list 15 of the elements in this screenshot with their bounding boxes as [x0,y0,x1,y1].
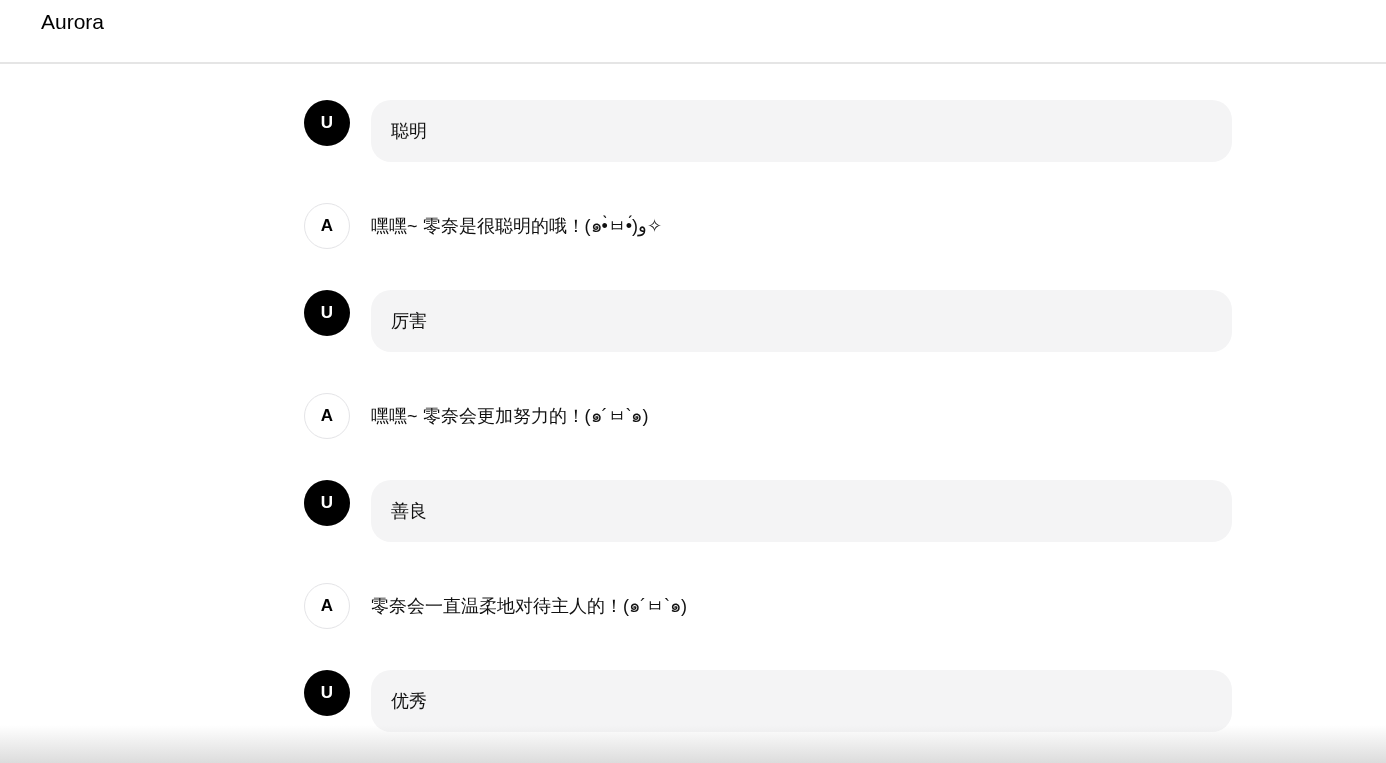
assistant-avatar: A [304,393,350,439]
user-avatar: U [304,290,350,336]
user-message-bubble: 聪明 [371,100,1232,162]
assistant-message: 嘿嘿~ 零奈是很聪明的哦！(๑•̀ㅂ•́)و✧ [371,214,663,239]
user-message-bubble: 优秀 [371,670,1232,732]
user-avatar: U [304,480,350,526]
assistant-message: 零奈会一直温柔地对待主人的！(๑´ㅂ`๑) [371,594,687,618]
user-message-bubble: 厉害 [371,290,1232,352]
assistant-message: 嘿嘿~ 零奈会更加努力的！(๑´ㅂ`๑) [371,404,649,428]
user-avatar: U [304,670,350,716]
app-title: Aurora [41,9,105,35]
user-avatar: U [304,100,350,146]
user-message-bubble: 善良 [371,480,1232,542]
assistant-avatar: A [304,203,350,249]
assistant-avatar: A [304,583,350,629]
